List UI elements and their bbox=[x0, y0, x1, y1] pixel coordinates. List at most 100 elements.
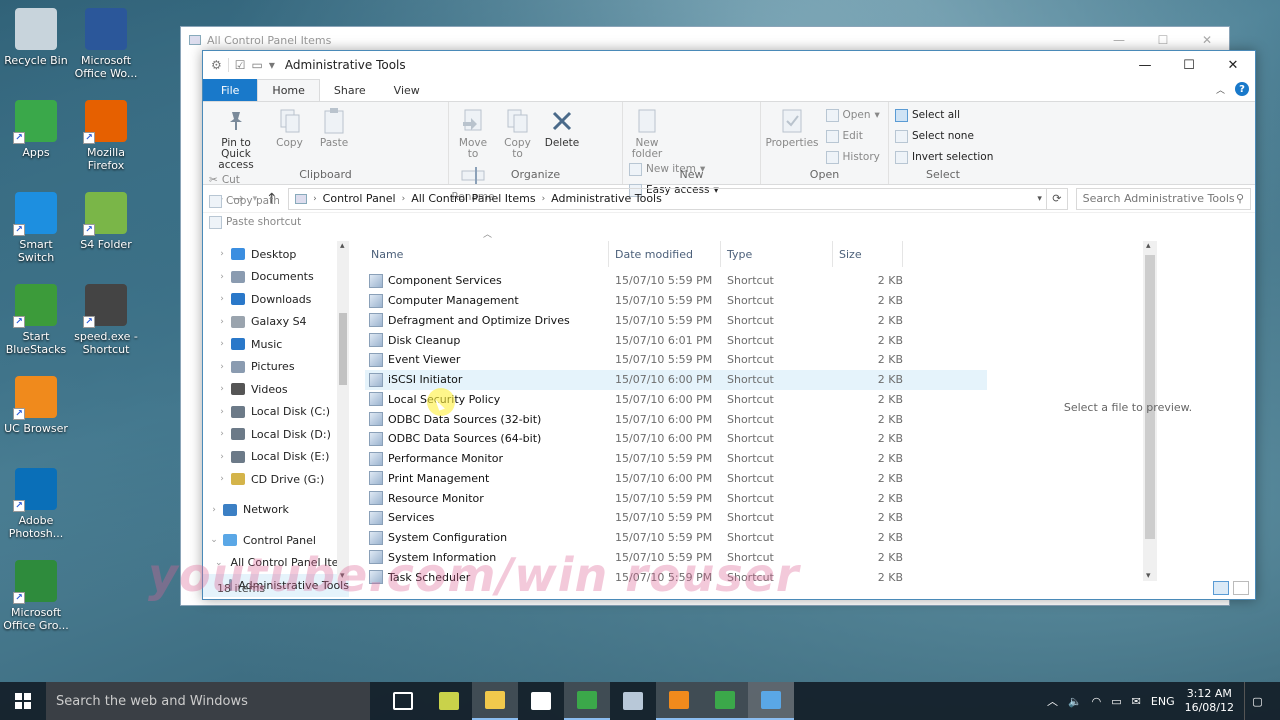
nav-item[interactable]: › Desktop bbox=[203, 243, 349, 266]
file-row[interactable]: Computer Management 15/07/10 5:59 PM Short… bbox=[365, 291, 987, 311]
tab-view[interactable]: View bbox=[380, 79, 434, 101]
chevron-right-icon[interactable]: › bbox=[215, 339, 229, 349]
taskbar-app-notes[interactable] bbox=[610, 682, 656, 720]
nav-item[interactable]: › Local Disk (D:) bbox=[203, 423, 349, 446]
chevron-right-icon[interactable]: › bbox=[215, 272, 229, 282]
desktop-icon[interactable]: ↗ Mozilla Firefox bbox=[70, 100, 142, 172]
nav-scroll-thumb[interactable] bbox=[339, 313, 347, 385]
desktop-icon[interactable]: ↗ speed.exe - Shortcut bbox=[70, 284, 142, 356]
file-row[interactable]: System Configuration 15/07/10 5:59 PM Shor… bbox=[365, 528, 987, 548]
column-header-type[interactable]: Type bbox=[721, 241, 833, 267]
delete-button[interactable]: Delete bbox=[542, 106, 582, 149]
file-row[interactable]: Print Management 15/07/10 6:00 PM Shortcut… bbox=[365, 469, 987, 489]
file-row[interactable]: Event Viewer 15/07/10 5:59 PM Shortcut 2 KB bbox=[365, 350, 987, 370]
copy-to-button[interactable]: Copy to bbox=[498, 106, 538, 160]
battery-icon[interactable]: ▭ bbox=[1111, 695, 1121, 708]
move-to-button[interactable]: Move to bbox=[453, 106, 493, 160]
minimize-ribbon-icon[interactable]: ︿ bbox=[1216, 83, 1225, 96]
desktop-icon[interactable]: ↗ Microsoft Office Gro... bbox=[0, 560, 72, 632]
maximize-icon[interactable]: ☐ bbox=[1167, 51, 1211, 79]
taskbar-app-task-view[interactable] bbox=[380, 682, 426, 720]
nav-item[interactable]: › Local Disk (C:) bbox=[203, 401, 349, 424]
taskbar-app-media-player[interactable] bbox=[426, 682, 472, 720]
nav-item[interactable]: › CD Drive (G:) bbox=[203, 468, 349, 491]
taskbar-search-box[interactable]: Search the web and Windows bbox=[46, 682, 370, 720]
close-icon[interactable]: ✕ bbox=[1211, 51, 1255, 79]
input-language[interactable]: ENG bbox=[1151, 695, 1175, 708]
copy-button[interactable]: Copy bbox=[270, 106, 310, 149]
paste-shortcut-button[interactable]: Paste shortcut bbox=[209, 214, 301, 230]
chevron-right-icon[interactable]: › bbox=[215, 452, 229, 462]
scroll-up-icon[interactable]: ▴ bbox=[1146, 241, 1151, 251]
history-button[interactable]: History bbox=[825, 149, 880, 165]
nav-item[interactable]: › Local Disk (E:) bbox=[203, 446, 349, 469]
desktop-icon[interactable]: ↗ Smart Switch bbox=[0, 192, 72, 264]
desktop-icon[interactable]: Microsoft Office Wo... bbox=[70, 8, 142, 80]
pin-quick-access-button[interactable]: Pin to Quick access bbox=[207, 106, 265, 171]
taskbar-app-uc-browser[interactable] bbox=[656, 682, 702, 720]
nav-scrollbar[interactable]: ▴ ▾ bbox=[337, 241, 349, 581]
nav-item[interactable]: › Documents bbox=[203, 266, 349, 289]
customize-qat-icon[interactable]: ▾ bbox=[269, 58, 275, 72]
column-header-size[interactable]: Size bbox=[833, 241, 903, 267]
search-input[interactable]: Search Administrative Tools ⚲ bbox=[1075, 187, 1252, 210]
file-row[interactable]: Component Services 15/07/10 5:59 PM Shortc… bbox=[365, 271, 987, 291]
column-header-date[interactable]: Date modified bbox=[609, 241, 721, 267]
taskbar-app-control-panel[interactable] bbox=[748, 682, 794, 720]
chevron-right-icon[interactable]: › bbox=[215, 249, 229, 259]
open-button[interactable]: Open ▾ bbox=[825, 107, 880, 123]
notifications-icon[interactable]: ▢ bbox=[1244, 682, 1270, 720]
properties-qat-icon[interactable]: ☑ bbox=[235, 58, 246, 72]
chevron-right-icon[interactable]: › bbox=[207, 505, 221, 515]
help-icon[interactable]: ? bbox=[1235, 82, 1249, 96]
nav-item-network[interactable]: › Network bbox=[203, 499, 349, 522]
file-row[interactable]: Local Security Policy 15/07/10 6:00 PM Sho… bbox=[365, 390, 987, 410]
start-button[interactable] bbox=[0, 682, 46, 720]
file-row[interactable]: Defragment and Optimize Drives 15/07/10 5… bbox=[365, 311, 987, 331]
breadcrumb-control-panel[interactable]: Control Panel bbox=[323, 192, 396, 205]
show-hidden-icons-icon[interactable]: ︿ bbox=[1047, 693, 1058, 709]
file-row[interactable]: Services 15/07/10 5:59 PM Shortcut 2 KB bbox=[365, 508, 987, 528]
file-row[interactable]: Disk Cleanup 15/07/10 6:01 PM Shortcut 2 KB bbox=[365, 330, 987, 350]
file-row[interactable]: ODBC Data Sources (32-bit) 15/07/10 6:00 … bbox=[365, 409, 987, 429]
scroll-up-icon[interactable]: ▴ bbox=[340, 241, 345, 251]
chevron-right-icon[interactable]: › bbox=[215, 294, 229, 304]
chevron-right-icon[interactable]: › bbox=[215, 407, 229, 417]
wifi-icon[interactable]: ◠ bbox=[1092, 695, 1102, 708]
volume-icon[interactable]: 🔈 bbox=[1068, 695, 1082, 708]
file-row[interactable]: ODBC Data Sources (64-bit) 15/07/10 6:00 … bbox=[365, 429, 987, 449]
nav-item[interactable]: › Music bbox=[203, 333, 349, 356]
chevron-right-icon[interactable]: › bbox=[215, 362, 229, 372]
desktop-icon[interactable]: ↗ Start BlueStacks bbox=[0, 284, 72, 356]
minimize-icon[interactable]: — bbox=[1123, 51, 1167, 79]
new-folder-button[interactable]: New folder bbox=[627, 106, 667, 160]
file-row[interactable]: iSCSI Initiator 15/07/10 6:00 PM Shortcut 2… bbox=[365, 369, 987, 390]
invert-selection-button[interactable]: Invert selection bbox=[895, 149, 993, 165]
tab-share[interactable]: Share bbox=[320, 79, 380, 101]
nav-item[interactable]: › Pictures bbox=[203, 356, 349, 379]
desktop-icon[interactable]: ↗ Adobe Photosh... bbox=[0, 468, 72, 540]
nav-item[interactable]: › Galaxy S4 bbox=[203, 311, 349, 334]
chevron-right-icon[interactable]: › bbox=[215, 384, 229, 394]
large-icons-view-icon[interactable] bbox=[1233, 581, 1249, 595]
taskbar-app-file-explorer[interactable] bbox=[472, 682, 518, 720]
chevron-right-icon[interactable]: › bbox=[215, 317, 229, 327]
refresh-icon[interactable]: ⟳ bbox=[1046, 187, 1068, 210]
message-icon[interactable]: ✉ bbox=[1132, 695, 1141, 708]
details-view-icon[interactable] bbox=[1213, 581, 1229, 595]
file-row[interactable]: Resource Monitor 15/07/10 5:59 PM Shortcut… bbox=[365, 488, 987, 508]
column-header-name[interactable]: Name bbox=[365, 241, 609, 267]
chevron-right-icon[interactable]: › bbox=[215, 474, 229, 484]
desktop-icon[interactable]: Recycle Bin bbox=[0, 8, 72, 67]
select-none-button[interactable]: Select none bbox=[895, 128, 993, 144]
taskbar-app-camtasia-recorder[interactable] bbox=[702, 682, 748, 720]
desktop-icon[interactable]: ↗ S4 Folder bbox=[70, 192, 142, 251]
taskbar-app-store[interactable] bbox=[518, 682, 564, 720]
tab-file[interactable]: File bbox=[203, 79, 258, 101]
address-dropdown-icon[interactable]: ▾ bbox=[1037, 194, 1042, 204]
nav-item[interactable]: › Downloads bbox=[203, 288, 349, 311]
breadcrumb-administrative-tools[interactable]: Administrative Tools bbox=[551, 192, 662, 205]
properties-button[interactable]: Properties bbox=[765, 106, 819, 149]
paste-button[interactable]: Paste bbox=[314, 106, 354, 149]
desktop-icon[interactable]: ↗ Apps bbox=[0, 100, 72, 159]
